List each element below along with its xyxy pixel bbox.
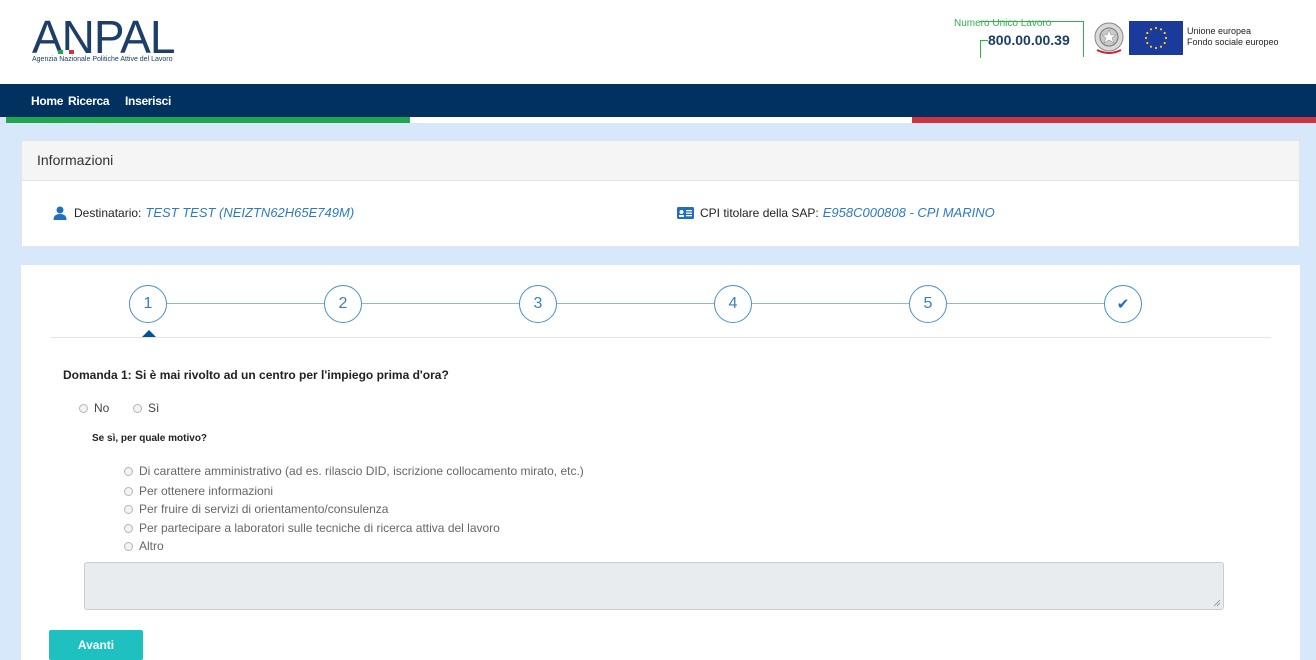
radio-no[interactable]: [79, 403, 88, 413]
reason-option[interactable]: Altro: [124, 539, 164, 553]
answer-no-label: No: [94, 401, 110, 415]
stepper-connector: [947, 303, 1105, 304]
cpi-value: E958C000808 - CPI MARINO: [822, 205, 995, 220]
recipient-label: Destinatario:: [74, 205, 142, 220]
reason-option[interactable]: Di carattere amministrativo (ad es. rila…: [124, 464, 584, 478]
reason-label: Per fruire di servizi di orientamento/co…: [139, 502, 389, 516]
stepper-connector: [167, 303, 325, 304]
step-4[interactable]: 4: [714, 285, 752, 323]
main-navbar: Home Ricerca Inserisci: [0, 84, 1316, 117]
cpi-label: CPI titolare della SAP:: [700, 205, 819, 220]
italian-flag-icon: [58, 50, 74, 54]
step-2[interactable]: 2: [324, 285, 362, 323]
radio-reason-2[interactable]: [124, 486, 133, 496]
sub-question: Se sì, per quale motivo?: [92, 433, 208, 444]
logo-text: ANPAL: [32, 11, 175, 63]
questionnaire-panel: 1 2 3 4 5 ✔ Domanda 1: Si è mai rivolto …: [21, 265, 1300, 660]
stepper-connector: [557, 303, 715, 304]
stepper-connector: [752, 303, 910, 304]
reason-label: Per ottenere informazioni: [139, 484, 274, 498]
step-3[interactable]: 3: [519, 285, 557, 323]
reason-label: Di carattere amministrativo (ad es. rila…: [139, 464, 584, 478]
nav-home[interactable]: Home: [31, 94, 63, 108]
reason-label: Altro: [139, 539, 164, 553]
answer-no[interactable]: No: [79, 401, 109, 415]
number-frame-corner: [980, 40, 988, 58]
answer-si[interactable]: Sì: [133, 401, 159, 415]
eu-line-1: Unione europea: [1187, 26, 1252, 36]
reason-option[interactable]: Per ottenere informazioni: [124, 484, 273, 498]
answer-si-label: Sì: [148, 401, 160, 415]
number-value: 800.00.00.39: [988, 32, 1070, 48]
italian-republic-emblem-icon: [1094, 22, 1124, 54]
number-unico-lavoro[interactable]: Numero Unico Lavoro 800.00.00.39: [954, 18, 1086, 62]
user-icon: [53, 206, 67, 220]
step-1[interactable]: 1: [129, 285, 167, 323]
eu-line-2: Fondo sociale europeo: [1187, 37, 1279, 47]
info-panel: Informazioni Destinatario: TEST TEST (NE…: [21, 140, 1300, 247]
reason-label: Per partecipare a laboratori sulle tecni…: [139, 521, 500, 535]
step-complete-check-icon[interactable]: ✔: [1104, 285, 1142, 323]
site-header: ANPAL Agenzia Nazionale Politiche Attive…: [0, 0, 1316, 84]
radio-si[interactable]: [133, 403, 142, 413]
id-card-icon: [677, 206, 694, 219]
reason-option[interactable]: Per partecipare a laboratori sulle tecni…: [124, 521, 500, 535]
number-label: Numero Unico Lavoro: [954, 18, 1052, 29]
info-panel-title: Informazioni: [22, 141, 1299, 181]
logo-subtitle: Agenzia Nazionale Politiche Attive del L…: [32, 56, 173, 63]
cpi-row: CPI titolare della SAP: E958C000808 - CP…: [677, 205, 995, 220]
eu-label: Unione europea Fondo sociale europeo: [1187, 26, 1279, 48]
radio-reason-1[interactable]: [124, 466, 133, 476]
step-5[interactable]: 5: [909, 285, 947, 323]
next-button[interactable]: Avanti: [49, 630, 143, 660]
recipient-row: Destinatario: TEST TEST (NEIZTN62H65E749…: [53, 205, 354, 220]
resize-handle-icon[interactable]: [1213, 599, 1221, 607]
radio-reason-5[interactable]: [124, 541, 133, 551]
other-reason-textarea[interactable]: [84, 562, 1224, 610]
current-step-indicator: [142, 330, 156, 337]
eu-flag-icon: [1129, 21, 1183, 55]
radio-reason-4[interactable]: [124, 523, 133, 533]
question-1: Domanda 1: Si è mai rivolto ad un centro…: [63, 368, 449, 382]
italian-tricolor-bar: [6, 117, 1316, 123]
nav-inserisci[interactable]: Inserisci: [125, 94, 171, 108]
stepper-connector: [362, 303, 520, 304]
reason-option[interactable]: Per fruire di servizi di orientamento/co…: [124, 502, 388, 516]
recipient-value: TEST TEST (NEIZTN62H65E749M): [145, 205, 355, 220]
radio-reason-3[interactable]: [124, 504, 133, 514]
stepper-divider: [51, 337, 1271, 338]
nav-ricerca[interactable]: Ricerca: [68, 94, 110, 108]
anpal-logo[interactable]: ANPAL Agenzia Nazionale Politiche Attive…: [32, 14, 207, 66]
